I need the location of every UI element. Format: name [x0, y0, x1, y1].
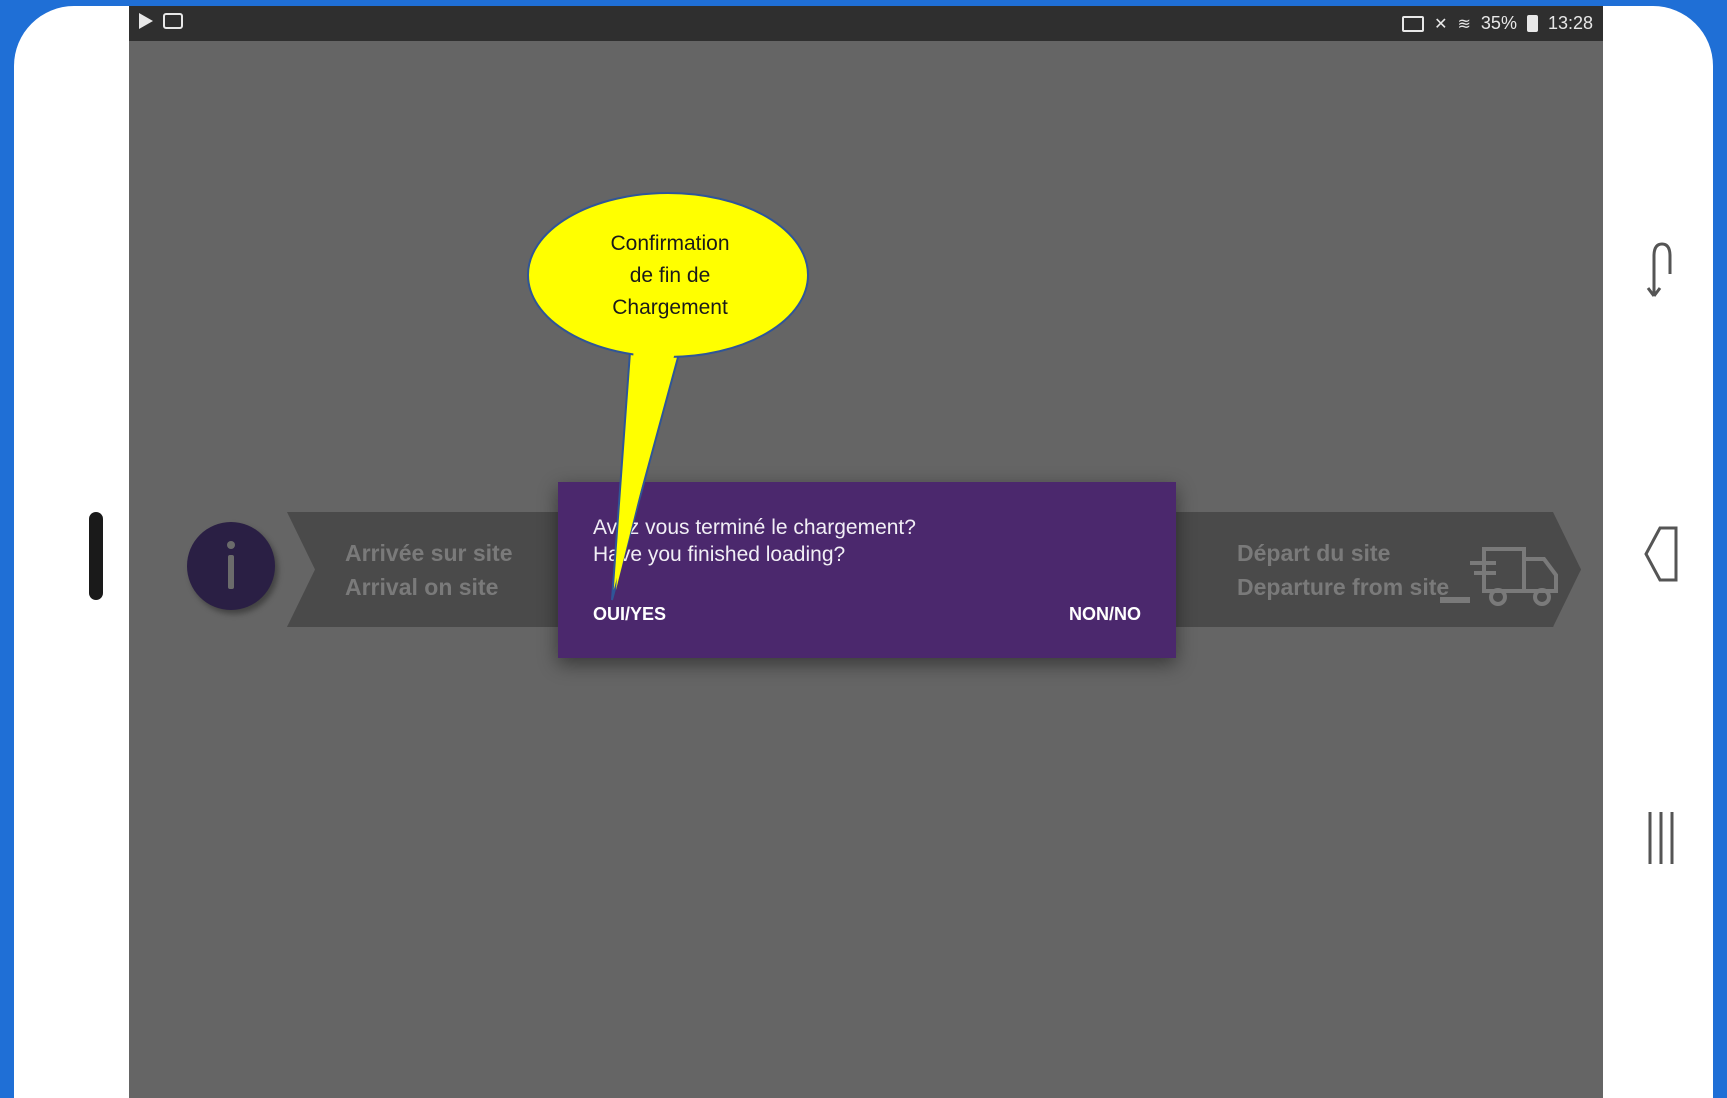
step-arrival-fr: Arrivée sur site	[345, 540, 513, 566]
battery-icon	[1526, 15, 1538, 32]
cast-icon	[1402, 15, 1425, 32]
truck-icon	[1440, 547, 1558, 606]
step-departure-fr: Départ du site	[1237, 540, 1391, 566]
dialog-message-en: Have you finished loading?	[593, 543, 846, 566]
callout-text: Confirmation de fin de Chargement	[580, 228, 760, 324]
gallery-icon	[163, 13, 183, 29]
back-icon[interactable]	[1640, 524, 1684, 584]
info-icon[interactable]	[187, 522, 275, 610]
step-departure-label: Départ du site Departure from site	[1237, 536, 1449, 604]
confirm-dialog: Avez vous terminé le chargement? Have yo…	[558, 482, 1176, 658]
callout-line-2: de fin de	[629, 264, 711, 287]
home-lines-icon[interactable]	[1646, 810, 1678, 866]
side-button	[89, 512, 103, 600]
step-arrival-en: Arrival on site	[345, 574, 499, 600]
wifi-icon: ≋	[1457, 15, 1471, 33]
device-screen: ✕ ≋ 35% 13:28 Arrivée sur site Arrival o…	[129, 6, 1603, 1098]
status-bar: ✕ ≋ 35% 13:28	[129, 6, 1603, 41]
yes-button[interactable]: OUI/YES	[593, 604, 666, 625]
callout-line-1: Confirmation	[610, 232, 730, 255]
no-button[interactable]: NON/NO	[1069, 604, 1141, 625]
step-departure-en: Departure from site	[1237, 574, 1450, 600]
dialog-message-fr: Avez vous terminé le chargement?	[593, 516, 916, 539]
callout-line-3: Chargement	[612, 296, 728, 319]
clock: 13:28	[1547, 13, 1593, 33]
step-arrival-label: Arrivée sur site Arrival on site	[345, 536, 512, 604]
battery-percent: 35%	[1480, 13, 1517, 33]
mute-icon: ✕	[1434, 15, 1448, 33]
recent-apps-icon[interactable]	[1640, 238, 1684, 298]
play-store-icon	[139, 13, 153, 29]
